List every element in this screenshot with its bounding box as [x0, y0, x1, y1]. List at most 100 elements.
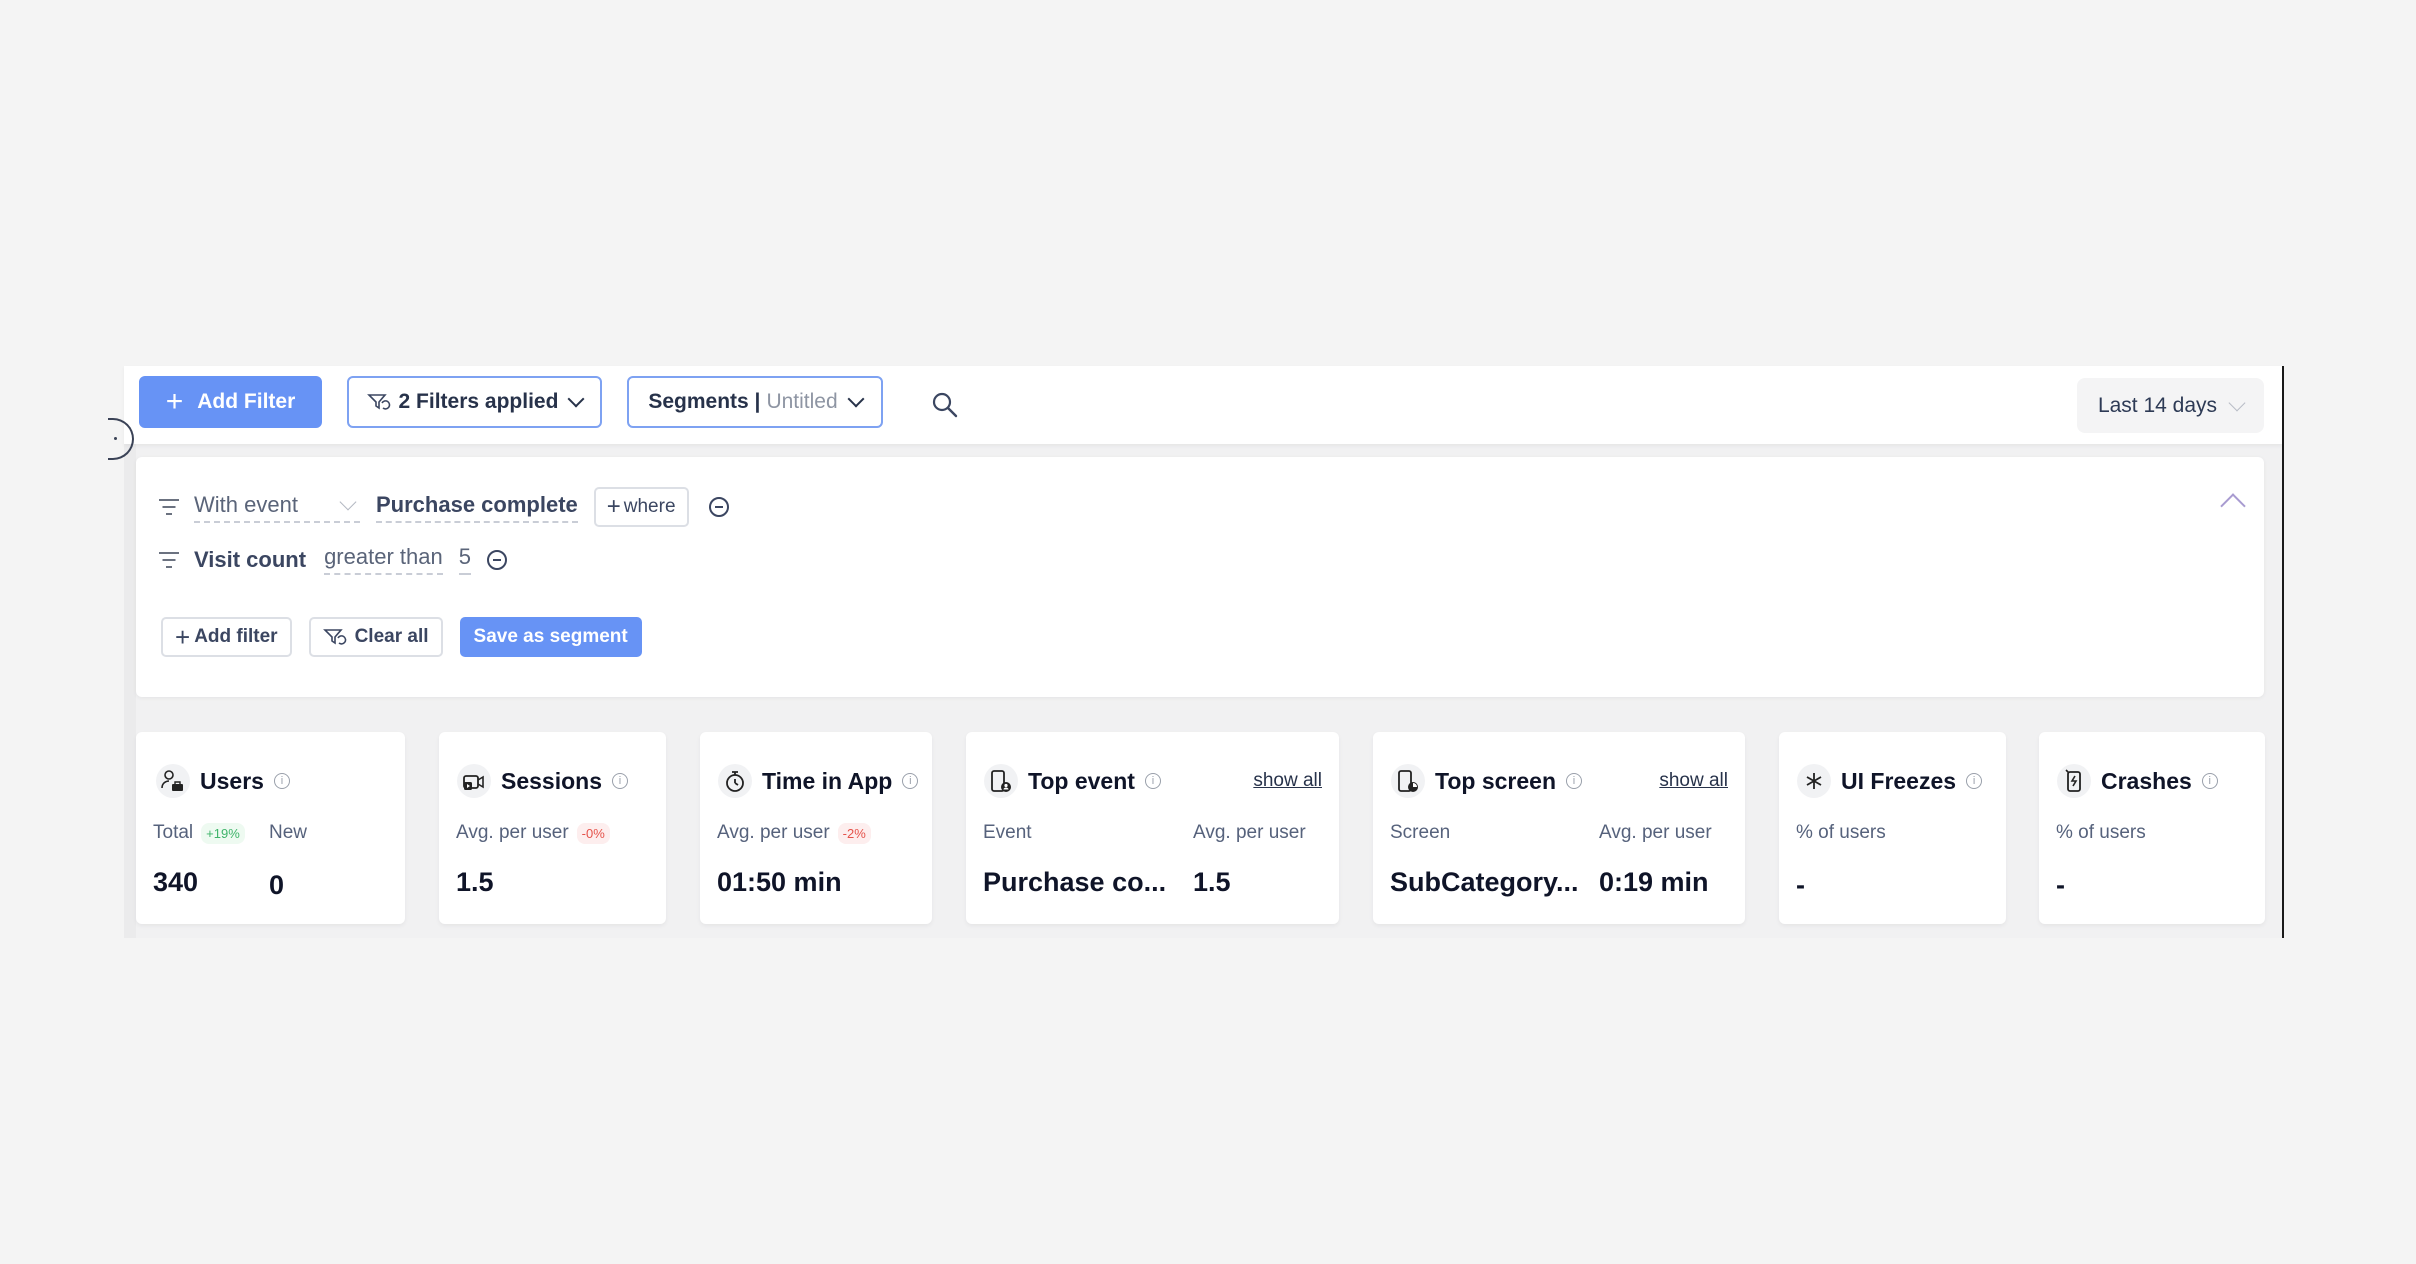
filter-type-select[interactable]: With event	[194, 492, 360, 523]
card-header: Sessions i	[457, 764, 628, 798]
avg-label: Avg. per user	[717, 822, 830, 843]
filter-lines-icon	[158, 550, 180, 570]
save-segment-label: Save as segment	[473, 626, 628, 647]
chevron-down-icon	[847, 390, 865, 408]
card-header: Time in App i	[718, 764, 919, 798]
new-value: 0	[269, 870, 285, 900]
users-card: Users i Total +19% New 340 0	[136, 732, 405, 924]
card-title: Sessions	[501, 767, 602, 794]
info-icon[interactable]: i	[902, 773, 919, 789]
phone-user-icon	[984, 764, 1018, 798]
avg-value: 1.5	[1193, 867, 1231, 897]
percent-users-label: % of users	[1796, 822, 1886, 843]
avg-label: Avg. per user	[456, 822, 569, 843]
plus-icon: +	[165, 385, 184, 418]
card-header: Top screen i	[1391, 764, 1582, 798]
total-label-wrap: Total +19%	[153, 822, 245, 844]
event-select[interactable]: Purchase complete	[376, 492, 578, 523]
chevron-down-icon	[567, 390, 585, 408]
sessions-card: Sessions i Avg. per user -0% 1.5	[439, 732, 666, 924]
remove-filter-icon[interactable]	[708, 497, 729, 517]
card-title: UI Freezes	[1841, 767, 1957, 794]
filters-applied-dropdown[interactable]: 2 Filters applied	[347, 376, 602, 428]
screen-label: Screen	[1390, 822, 1451, 843]
card-header: Top event i	[984, 764, 1161, 798]
filter-actions: + Add filter Clear all Save as segment	[161, 617, 642, 657]
avg-value: 0:19 min	[1599, 867, 1709, 897]
card-title: Crashes	[2101, 767, 2192, 794]
avg-label-wrap: Avg. per user -0%	[456, 822, 610, 844]
date-range-dropdown[interactable]: Last 14 days	[2077, 378, 2264, 433]
card-title: Top screen	[1435, 767, 1556, 794]
segments-value: Untitled	[766, 390, 838, 413]
video-icon	[457, 764, 491, 798]
event-value: Purchase co...	[983, 867, 1167, 897]
search-icon[interactable]	[930, 390, 960, 420]
filter-lines-icon	[158, 497, 180, 517]
top-event-card: Top event i show all Event Avg. per user…	[966, 732, 1339, 924]
info-icon[interactable]: i	[612, 773, 628, 789]
card-title: Users	[200, 767, 264, 794]
clear-all-label: Clear all	[354, 626, 429, 647]
avg-label: Avg. per user	[1193, 822, 1306, 843]
plus-icon: +	[175, 621, 191, 652]
phone-chart-icon	[1391, 764, 1425, 798]
add-where-button[interactable]: + where	[593, 487, 689, 527]
filter-row-visit-count: Visit count greater than 5	[158, 544, 507, 575]
stopwatch-icon	[718, 764, 752, 798]
time-value: 01:50 min	[717, 867, 842, 897]
info-icon[interactable]: i	[273, 773, 290, 789]
segments-dropdown[interactable]: Segments | Untitled	[627, 376, 883, 428]
panel-border	[2282, 366, 2284, 938]
chevron-down-icon	[339, 493, 357, 510]
event-label: Event	[983, 822, 1032, 843]
chevron-up-icon[interactable]	[2220, 493, 2246, 519]
filter-field-label: Visit count	[194, 546, 307, 572]
card-header: Users i	[156, 764, 290, 798]
phone-crash-icon	[2057, 764, 2091, 798]
info-icon[interactable]: i	[1966, 773, 1983, 789]
crashes-value: -	[2056, 870, 2065, 900]
filters-applied-label: 2 Filters applied	[398, 390, 559, 413]
filter-reset-icon	[366, 394, 390, 410]
percent-users-label: % of users	[2056, 822, 2146, 843]
crashes-card: Crashes i % of users -	[2039, 732, 2265, 924]
save-segment-button[interactable]: Save as segment	[459, 617, 642, 657]
info-icon[interactable]: i	[1566, 773, 1582, 789]
ui-freezes-card: UI Freezes i % of users -	[1779, 732, 2006, 924]
remove-filter-icon[interactable]	[486, 549, 507, 570]
time-in-app-card: Time in App i Avg. per user -2% 01:50 mi…	[700, 732, 932, 924]
date-range-label: Last 14 days	[2097, 393, 2218, 417]
freezes-value: -	[1796, 870, 1805, 900]
card-title: Time in App	[762, 767, 893, 794]
show-all-link[interactable]: show all	[1253, 770, 1322, 792]
chevron-down-icon	[2228, 394, 2246, 411]
filter-type-label: With event	[194, 491, 298, 517]
show-all-link[interactable]: show all	[1659, 770, 1728, 792]
users-icon	[156, 764, 190, 798]
filter-toolbar: + Add Filter 2 Filters applied Segments …	[124, 366, 2282, 444]
avg-label-wrap: Avg. per user -2%	[717, 822, 871, 844]
change-badge: -2%	[837, 822, 871, 844]
add-filter-label: Add Filter	[197, 390, 296, 413]
total-value: 340	[153, 867, 199, 897]
change-badge: +19%	[201, 822, 245, 844]
info-icon[interactable]: i	[1144, 773, 1161, 789]
info-icon[interactable]: i	[2201, 773, 2218, 789]
snowflake-icon	[1797, 764, 1831, 798]
filter-row-event: With event Purchase complete + where	[158, 487, 729, 527]
add-filter-inline-button[interactable]: + Add filter	[161, 617, 292, 657]
add-filter-button[interactable]: + Add Filter	[139, 376, 322, 428]
card-header: Crashes i	[2057, 764, 2218, 798]
clear-all-button[interactable]: Clear all	[308, 617, 443, 657]
segments-label: Segments |	[648, 390, 761, 413]
add-filter-inline-label: Add filter	[194, 626, 278, 647]
new-label: New	[269, 822, 308, 843]
card-title: Top event	[1028, 767, 1135, 794]
change-badge: -0%	[576, 822, 610, 844]
filter-value-input[interactable]: 5	[458, 544, 471, 575]
sessions-value: 1.5	[456, 867, 494, 897]
where-label: where	[623, 496, 676, 517]
dot-icon	[114, 437, 117, 440]
operator-select[interactable]: greater than	[324, 544, 443, 575]
